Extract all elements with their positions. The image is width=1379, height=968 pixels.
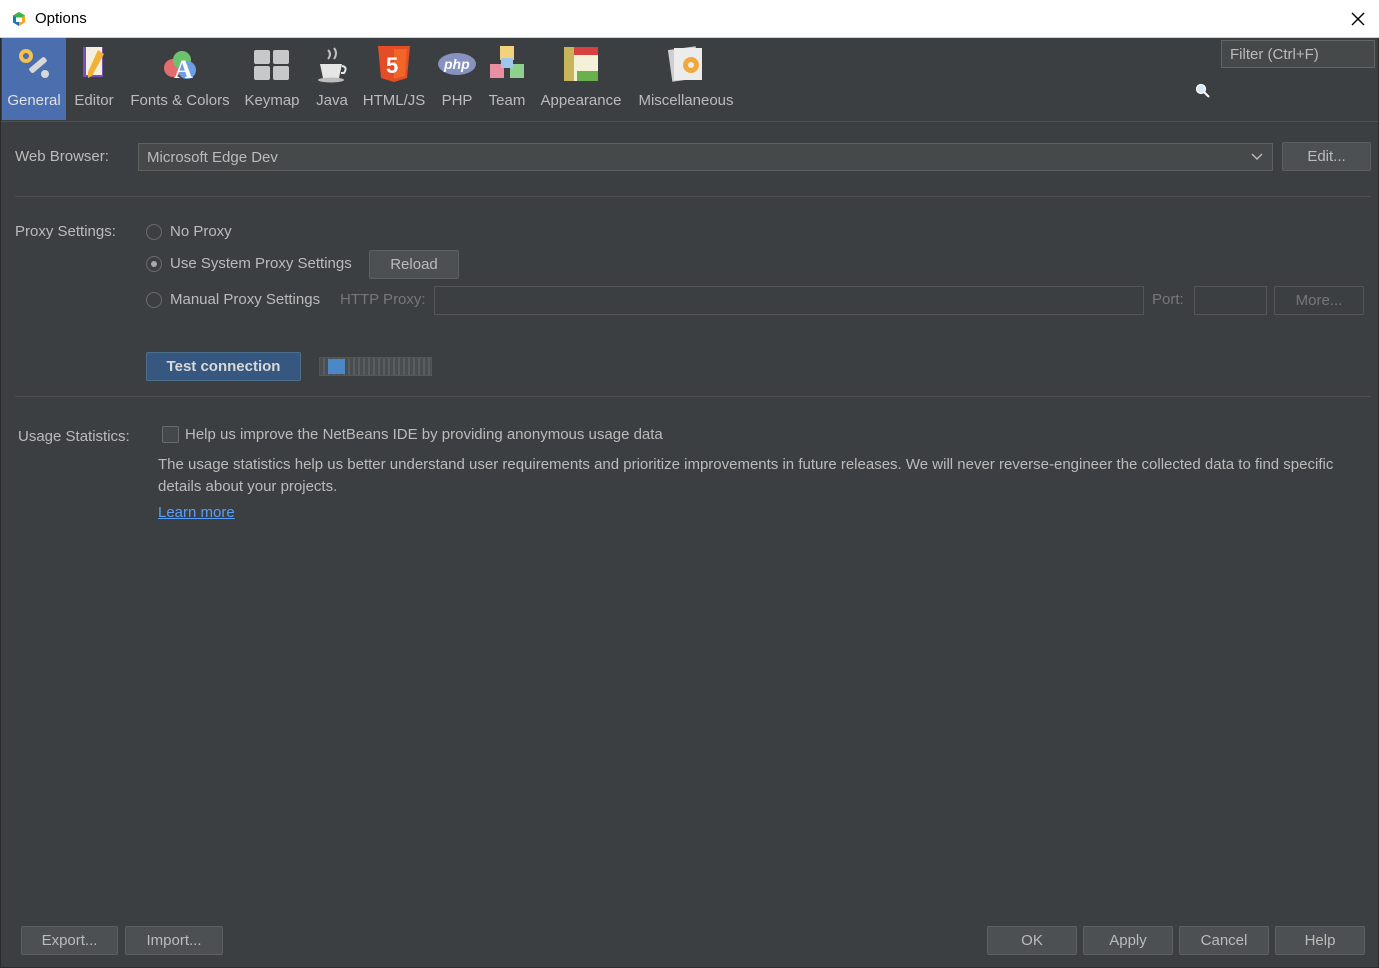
help-button[interactable]: Help xyxy=(1275,926,1365,955)
progress-indicator xyxy=(328,359,345,374)
port-input[interactable] xyxy=(1194,286,1267,315)
connection-progress-bar xyxy=(319,357,432,376)
category-fonts-colors[interactable]: A Fonts & Colors xyxy=(124,38,236,120)
svg-text:A: A xyxy=(174,55,193,84)
category-label: Team xyxy=(488,92,526,109)
manual-proxy-radio[interactable] xyxy=(146,292,162,308)
no-proxy-label: No Proxy xyxy=(170,223,232,240)
netbeans-logo-icon xyxy=(13,12,25,26)
category-label: Editor xyxy=(74,92,114,109)
apply-button[interactable]: Apply xyxy=(1083,926,1173,955)
edit-browser-button[interactable]: Edit... xyxy=(1282,142,1371,171)
html5-icon: 5 xyxy=(378,46,410,82)
title-bar: Options xyxy=(0,0,1379,38)
http-proxy-label: HTTP Proxy: xyxy=(340,291,426,308)
category-label: General xyxy=(7,92,61,109)
http-proxy-input[interactable] xyxy=(434,286,1144,315)
usage-statistics-checkbox[interactable] xyxy=(162,426,179,443)
search-icon xyxy=(1195,83,1210,98)
category-general[interactable]: General xyxy=(2,38,66,120)
chevron-down-icon xyxy=(1251,153,1263,160)
category-html-js[interactable]: 5 HTML/JS xyxy=(359,38,429,120)
separator xyxy=(15,196,1371,197)
java-cup-icon xyxy=(318,47,347,83)
category-keymap[interactable]: Keymap xyxy=(240,38,304,120)
export-button[interactable]: Export... xyxy=(21,926,118,955)
web-browser-select[interactable]: Microsoft Edge Dev xyxy=(138,143,1273,171)
category-team[interactable]: Team xyxy=(484,38,530,120)
category-label: HTML/JS xyxy=(362,92,426,109)
category-toolbar: General Editor A Fonts & Colors Keymap J… xyxy=(0,38,1379,122)
category-php[interactable]: php PHP xyxy=(436,38,478,120)
no-proxy-radio[interactable] xyxy=(146,224,162,240)
learn-more-link[interactable]: Learn more xyxy=(158,504,235,521)
category-java[interactable]: Java xyxy=(312,38,352,120)
usage-checkbox-label: Help us improve the NetBeans IDE by prov… xyxy=(185,426,663,443)
window-title: Options xyxy=(35,10,87,27)
category-appearance[interactable]: Appearance xyxy=(535,38,627,120)
php-icon: php xyxy=(438,53,476,75)
general-wrench-gear-icon xyxy=(19,49,49,78)
system-proxy-radio[interactable] xyxy=(146,256,162,272)
web-browser-label: Web Browser: xyxy=(15,148,109,165)
category-label: Fonts & Colors xyxy=(130,92,230,109)
reload-button[interactable]: Reload xyxy=(369,250,459,279)
svg-text:5: 5 xyxy=(386,53,398,78)
manual-proxy-label: Manual Proxy Settings xyxy=(170,291,321,308)
category-miscellaneous[interactable]: Miscellaneous xyxy=(633,38,739,120)
usage-description: The usage statistics help us better unde… xyxy=(158,456,1334,495)
test-connection-button[interactable]: Test connection xyxy=(146,352,301,381)
system-proxy-label: Use System Proxy Settings xyxy=(170,255,352,272)
import-button[interactable]: Import... xyxy=(125,926,223,955)
port-label: Port: xyxy=(1152,291,1184,308)
fonts-colors-icon: A xyxy=(164,51,196,84)
usage-statistics-label: Usage Statistics: xyxy=(18,428,130,445)
editor-pencil-icon xyxy=(83,47,104,78)
category-editor[interactable]: Editor xyxy=(70,38,118,120)
ok-button[interactable]: OK xyxy=(987,926,1077,955)
team-cubes-icon xyxy=(490,46,524,78)
more-button[interactable]: More... xyxy=(1274,286,1364,315)
separator xyxy=(15,396,1371,397)
category-label: Java xyxy=(316,92,348,109)
category-label: Miscellaneous xyxy=(638,92,734,109)
appearance-icon xyxy=(564,47,598,81)
filter-input[interactable] xyxy=(1221,40,1375,68)
window-frame xyxy=(0,38,1379,968)
category-label: PHP xyxy=(441,92,473,109)
category-label: Appearance xyxy=(540,92,622,109)
proxy-settings-label: Proxy Settings: xyxy=(15,223,116,240)
svg-text:php: php xyxy=(443,56,470,72)
web-browser-value: Microsoft Edge Dev xyxy=(147,149,278,166)
keymap-keyboard-icon xyxy=(254,50,289,80)
category-label: Keymap xyxy=(244,92,300,109)
close-icon[interactable] xyxy=(1345,6,1371,32)
cancel-button[interactable]: Cancel xyxy=(1179,926,1269,955)
miscellaneous-icon xyxy=(667,46,702,82)
